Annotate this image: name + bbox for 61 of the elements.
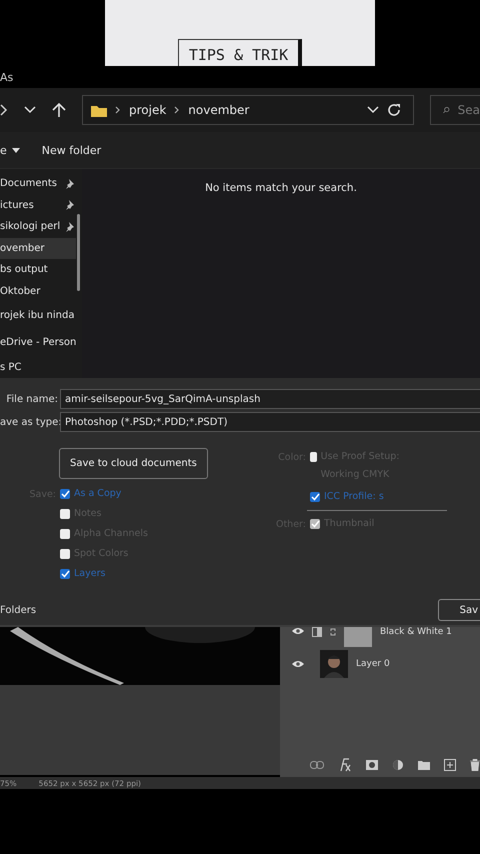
adjustment-icon <box>312 627 322 637</box>
dropdown-icon <box>367 106 379 114</box>
file-type-dropdown[interactable]: Photoshop (*.PSD;*.PDD;*.PSDT) <box>60 412 480 432</box>
forward-icon[interactable] <box>0 104 8 116</box>
pin-icon <box>64 200 74 210</box>
breadcrumb[interactable]: november <box>188 103 250 117</box>
checkbox[interactable] <box>60 549 70 559</box>
nav-item[interactable]: Oktober <box>0 280 76 302</box>
up-arrow-icon[interactable] <box>52 102 66 118</box>
folder-icon[interactable] <box>418 760 430 770</box>
folder-icon <box>91 104 107 116</box>
layer-row[interactable]: Layer 0 <box>292 647 480 681</box>
nav-item[interactable]: ovember <box>0 238 76 260</box>
checkbox[interactable] <box>310 452 317 462</box>
checkbox[interactable] <box>310 492 320 502</box>
nav-item[interactable]: Documents <box>0 173 76 195</box>
chevron-icon <box>174 106 180 114</box>
layer-row[interactable]: Black & White 1 <box>292 627 480 647</box>
caret-icon <box>12 148 20 152</box>
dropdown-icon[interactable] <box>24 106 36 114</box>
chevron-icon <box>115 106 121 114</box>
field-label: File name: <box>5 394 59 404</box>
adjustment-icon[interactable] <box>392 759 404 771</box>
checkbox[interactable] <box>60 569 70 579</box>
nav-item[interactable]: bs output <box>0 259 76 281</box>
save-button[interactable]: Sav <box>438 599 480 621</box>
organize-menu[interactable]: e <box>0 144 20 156</box>
new-folder-button[interactable]: New folder <box>42 144 102 156</box>
checkbox[interactable] <box>60 489 70 499</box>
nav-item[interactable]: rojek ibu ninda <box>0 302 76 330</box>
window-title: As <box>0 70 14 84</box>
file-name-field[interactable]: amir-seilsepour-5vg_SarQimA-unsplash <box>60 389 480 409</box>
checkbox-label: Layers <box>74 567 106 581</box>
folders-toggle[interactable]: Folders <box>0 604 36 616</box>
link-icon[interactable] <box>310 761 324 769</box>
nav-item[interactable]: ictures <box>0 194 76 216</box>
link-icon <box>330 627 336 637</box>
address-bar[interactable]: projek november <box>82 95 414 125</box>
nav-item[interactable]: s PC <box>0 356 76 378</box>
trash-icon[interactable] <box>470 759 480 771</box>
mask-icon[interactable] <box>366 760 378 770</box>
eye-icon <box>292 660 304 668</box>
effects-icon[interactable] <box>338 758 352 772</box>
pin-icon <box>64 178 74 189</box>
field-label: ave as type: <box>0 416 60 428</box>
scrollbar[interactable] <box>77 214 80 291</box>
breadcrumb[interactable]: projek <box>129 103 166 117</box>
pin-icon <box>64 222 74 232</box>
checkbox-label: ICC Profile: s <box>324 490 384 504</box>
eye-icon <box>292 627 304 635</box>
new-layer-icon[interactable] <box>444 759 456 771</box>
search-field[interactable]: Sea <box>430 95 480 125</box>
nav-item[interactable]: sikologi perl <box>0 216 76 238</box>
nav-item[interactable]: eDrive - Person <box>0 329 76 356</box>
mask-thumbnail <box>344 627 372 647</box>
empty-message: No items match your search. <box>205 182 357 196</box>
cloud-save-button[interactable]: Save to cloud documents <box>59 448 208 479</box>
checkbox[interactable] <box>60 509 70 519</box>
checkbox[interactable] <box>60 529 70 539</box>
checkbox-label: As a Copy <box>74 487 122 501</box>
refresh-icon <box>387 103 401 117</box>
